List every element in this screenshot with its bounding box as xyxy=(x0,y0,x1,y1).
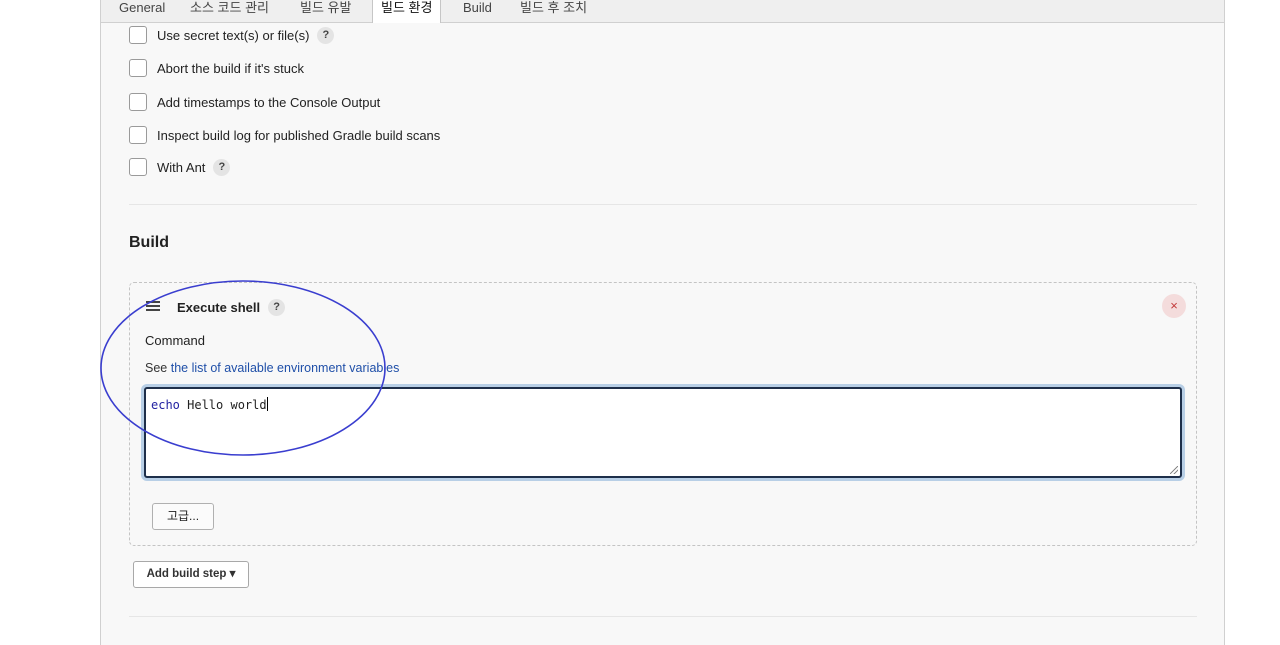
add-build-step-label: Add build step xyxy=(146,568,227,580)
help-icon[interactable]: ? xyxy=(317,26,335,44)
option-abort-stuck: Abort the build if it's stuck xyxy=(129,58,304,78)
env-vars-hint: See the list of available environment va… xyxy=(145,361,399,375)
step-title-text: Execute shell xyxy=(177,300,261,315)
config-tab-bar: General 소스 코드 관리 빌드 유발 빌드 환경 Build 빌드 후 … xyxy=(101,0,1224,23)
abort-stuck-checkbox[interactable] xyxy=(129,59,147,77)
tab-general[interactable]: General xyxy=(119,0,165,16)
step-title: Execute shell ? xyxy=(177,299,286,316)
command-keyword: echo xyxy=(151,398,180,412)
tab-source-code[interactable]: 소스 코드 관리 xyxy=(190,0,269,16)
tab-build-triggers[interactable]: 빌드 유발 xyxy=(300,0,351,16)
delete-step-button[interactable]: × xyxy=(1162,294,1186,318)
secret-text-checkbox[interactable] xyxy=(129,26,147,44)
option-with-ant: With Ant ? xyxy=(129,157,231,177)
option-label: Add timestamps to the Console Output xyxy=(157,94,381,110)
option-label: Inspect build log for published Gradle b… xyxy=(157,127,441,143)
resize-handle-icon[interactable] xyxy=(1170,466,1178,474)
option-label: Abort the build if it's stuck xyxy=(157,60,304,76)
command-textarea[interactable]: echo Hello world xyxy=(144,387,1182,478)
option-label: With Ant xyxy=(157,159,206,175)
section-divider xyxy=(129,204,1197,205)
with-ant-checkbox[interactable] xyxy=(129,158,147,176)
advanced-button[interactable]: 고급... xyxy=(152,503,214,530)
drag-handle-icon[interactable] xyxy=(146,301,160,311)
execute-shell-step: Execute shell ? × Command See the list o… xyxy=(129,282,1197,546)
see-prefix: See xyxy=(145,361,168,375)
build-section-title: Build xyxy=(129,234,169,251)
option-gradle-scans: Inspect build log for published Gradle b… xyxy=(129,125,440,145)
dropdown-caret-icon: ▾ xyxy=(229,568,236,580)
section-divider xyxy=(129,616,1197,617)
option-label: Use secret text(s) or file(s) xyxy=(157,27,310,43)
tab-post-build-actions[interactable]: 빌드 후 조치 xyxy=(520,0,587,16)
tab-build[interactable]: Build xyxy=(463,0,492,16)
option-secret-text: Use secret text(s) or file(s) ? xyxy=(129,25,335,45)
config-panel: General 소스 코드 관리 빌드 유발 빌드 환경 Build 빌드 후 … xyxy=(100,0,1225,645)
help-icon[interactable]: ? xyxy=(213,158,231,176)
help-icon[interactable]: ? xyxy=(268,299,286,316)
timestamps-checkbox[interactable] xyxy=(129,93,147,111)
add-build-step-button[interactable]: Add build step ▾ xyxy=(133,561,249,588)
gradle-scans-checkbox[interactable] xyxy=(129,126,147,144)
env-vars-link[interactable]: the list of available environment variab… xyxy=(171,361,400,375)
tab-build-environment[interactable]: 빌드 환경 xyxy=(372,0,442,23)
option-timestamps: Add timestamps to the Console Output xyxy=(129,92,380,112)
text-caret xyxy=(266,397,268,411)
command-text: Hello world xyxy=(179,398,267,412)
command-label: Command xyxy=(145,333,205,348)
